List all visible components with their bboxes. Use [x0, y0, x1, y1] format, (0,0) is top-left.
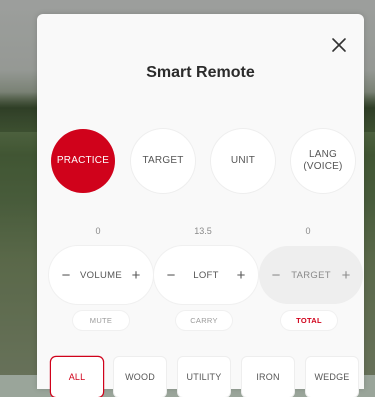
target-label: TARGET — [291, 269, 331, 281]
loft-label: LOFT — [193, 269, 219, 281]
mode-unit-button[interactable]: UNIT — [211, 129, 275, 193]
mode-label: UNIT — [230, 155, 256, 166]
club-wedge-button[interactable]: WEDGE — [306, 357, 358, 397]
page-title: Smart Remote — [146, 64, 255, 81]
loft-increase-button[interactable]: + — [234, 267, 248, 284]
club-wood-button[interactable]: WOOD — [114, 357, 166, 397]
total-button[interactable]: TOTAL — [281, 311, 337, 330]
close-icon — [332, 38, 346, 52]
volume-decrease-button[interactable]: − — [59, 267, 73, 284]
volume-label: VOLUME — [80, 269, 122, 281]
mute-button[interactable]: MUTE — [73, 311, 129, 330]
mode-label: TARGET — [142, 155, 184, 166]
target-stepper: − TARGET + — [259, 246, 363, 304]
volume-increase-button[interactable]: + — [129, 267, 143, 284]
club-filter: ALL WOOD UTILITY IRON WEDGE — [51, 357, 358, 397]
carry-button[interactable]: CARRY — [176, 311, 232, 330]
loft-stepper: − LOFT + — [154, 246, 258, 304]
club-all-button[interactable]: ALL — [51, 357, 103, 397]
mode-practice-button[interactable]: PRACTICE — [51, 129, 115, 193]
club-utility-button[interactable]: UTILITY — [178, 357, 230, 397]
club-iron-button[interactable]: IRON — [242, 357, 294, 397]
loft-decrease-button[interactable]: − — [164, 267, 178, 284]
target-decrease-button[interactable]: − — [269, 267, 283, 284]
mode-target-button[interactable]: TARGET — [131, 129, 195, 193]
smart-remote-sheet: Smart Remote PRACTICE TARGET UNIT LANG (… — [37, 14, 364, 397]
mode-label: PRACTICE — [56, 155, 110, 166]
close-button[interactable] — [328, 34, 350, 56]
mode-language-voice-button[interactable]: LANG (VOICE) — [291, 129, 355, 193]
target-value: 0 — [305, 226, 311, 236]
volume-value: 0 — [95, 226, 101, 236]
mode-selector: PRACTICE TARGET UNIT LANG (VOICE) — [49, 129, 357, 193]
volume-stepper: − VOLUME + — [49, 246, 153, 304]
loft-value: 13.5 — [194, 226, 212, 236]
target-increase-button[interactable]: + — [339, 267, 353, 284]
mode-label: LANG (VOICE) — [303, 149, 343, 172]
